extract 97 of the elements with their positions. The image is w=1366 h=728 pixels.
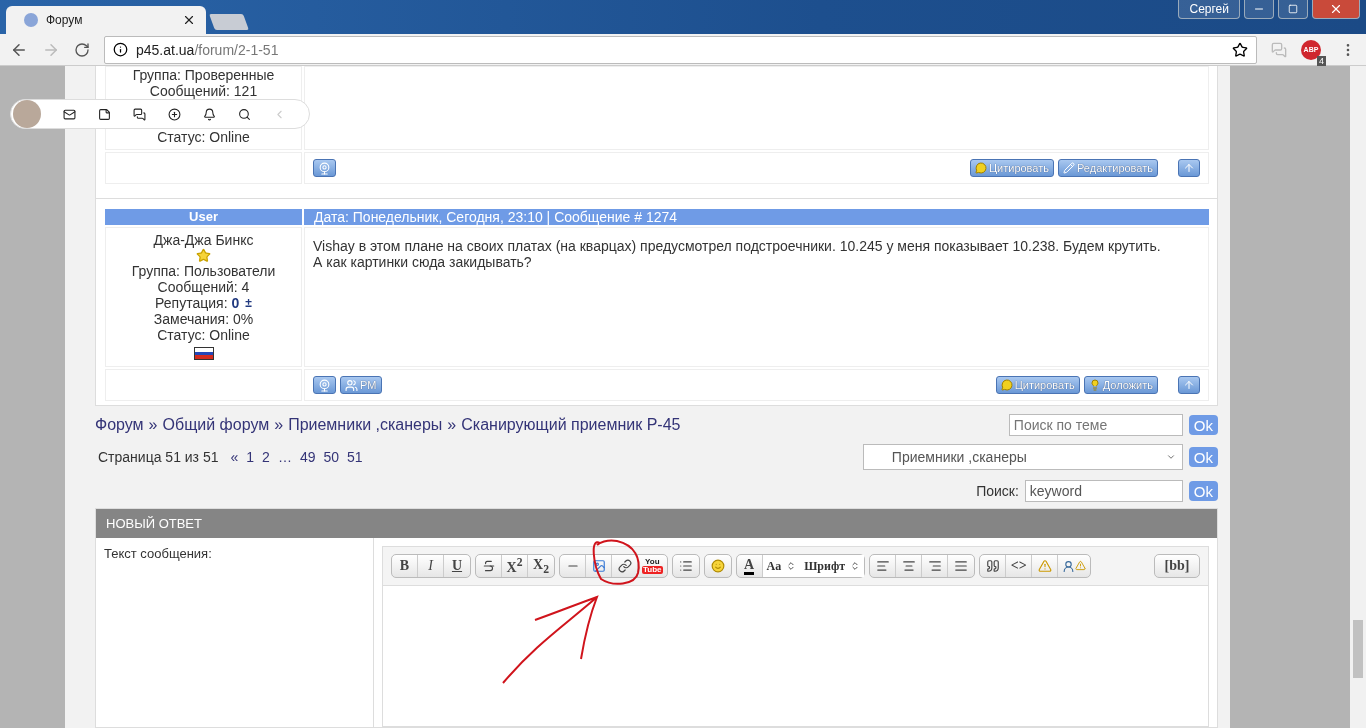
link-icon [617,559,632,573]
smiley-icon [710,559,725,573]
author-name: Джа-Джа Бинкс [153,232,254,248]
rank-star-icon [196,248,211,263]
status-text: Статус: Online [157,129,250,145]
format-button[interactable]: B [392,555,418,577]
breadcrumb-separator: » [148,416,158,434]
list-icon [678,559,693,573]
status-text: Статус: Online [157,327,250,343]
page-link[interactable]: 2 [262,449,270,465]
format-button[interactable]: U [444,555,470,577]
webcam-icon [318,378,331,392]
format-button[interactable]: [bb] [1155,555,1199,577]
webcam-button[interactable] [313,376,336,394]
format-button[interactable]: X$_{2}$ [528,555,554,577]
field-label: Текст сообщения: [96,538,374,727]
breadcrumb-separator: » [274,416,284,434]
breadcrumb-separator: » [447,416,457,434]
author-info-text: Группа: Проверенные [132,67,275,83]
page-link[interactable]: 51 [347,449,363,465]
search-icon[interactable] [238,107,251,121]
close-icon [1329,2,1343,16]
group-text: Группа: Пользователи [131,263,276,279]
updown-icon [786,561,797,571]
bell-icon[interactable] [203,107,216,121]
page-link[interactable]: 50 [323,449,340,465]
new-tab-button[interactable] [209,14,249,30]
speech-bubble-icon [1000,379,1013,391]
text-color-button[interactable]: A [736,555,763,577]
forum-select[interactable]: Приемники ,сканеры [862,444,1183,470]
justify-icon [954,559,969,573]
dropdown-button[interactable]: Шрифт [800,555,865,577]
user-warning-icon [1062,559,1087,573]
page-link[interactable]: « [230,449,239,465]
speech-bubble-icon [974,162,987,174]
search-field[interactable]: keyword [1024,480,1183,502]
browser-tab[interactable]: Форум [6,6,206,34]
extension-badge: 4 [1317,55,1326,66]
chat-icon[interactable] [133,107,146,121]
format-button[interactable]: <> [1006,555,1033,577]
format-button[interactable]: X$^{2}$ [502,555,528,577]
users-icon [345,378,358,392]
breadcrumb-link[interactable]: Общий форум [162,416,270,434]
format-button[interactable]: I [418,555,444,577]
page-count: Страница 51 из 51 [98,449,219,465]
close-icon[interactable] [182,13,196,27]
arrow-up-icon [1183,162,1195,174]
author-info-text: Сообщений: 121 [149,83,258,99]
search-label: Поиск: [976,483,1019,499]
strikethrough-icon [481,559,496,573]
warning-icon [1037,559,1052,573]
column-header: User [105,209,302,225]
page-link[interactable]: 1 [246,449,255,465]
restore-icon [1288,4,1298,14]
minimize-button[interactable] [1244,0,1274,19]
updown-icon [850,561,861,571]
page-link[interactable]: 49 [299,449,316,465]
webcam-button[interactable] [313,159,336,177]
pencil-icon [1063,162,1075,174]
star-icon[interactable] [1232,41,1248,58]
mail-icon[interactable] [63,107,76,121]
maximize-button[interactable] [1278,0,1308,19]
align-center-icon [901,559,916,573]
image-icon [591,559,606,573]
message-text: Vishay в этом плане на своих платах (на кварцах) предусмотрел подстроечники. 10.245 у меня показывает 10.238. Будем крутить. [313,238,1162,254]
post-header: Дата: Понедельник, Сегодня, 23:10 | Сообщение # 1274 [304,209,1209,225]
dropdown-button[interactable]: Aa [762,555,801,577]
reputation-link[interactable]: ± [245,295,252,311]
lightbulb-icon [1088,379,1101,391]
page-link[interactable]: … [277,449,292,465]
note-icon[interactable] [98,107,111,121]
quote-icon [985,559,1000,573]
address-bar[interactable]: p45.at.ua/forum/2-1-51 [104,35,1257,64]
webcam-icon [318,161,331,175]
scroll-top-button[interactable] [1178,159,1200,177]
arrow-up-icon [1183,379,1195,391]
warnings-text: Замечания: 0% [153,311,254,327]
profile-button[interactable]: Сергей [1178,0,1240,19]
favicon-icon [24,13,38,27]
topic-search-field[interactable]: Поиск по теме [1008,414,1183,436]
scroll-top-button[interactable] [1178,376,1200,394]
message-text: А как картинки сюда закидывать? [313,254,533,270]
align-left-icon [875,559,890,573]
messages-count: Сообщений: 4 [157,279,250,295]
url-text: p45.at.ua/forum/2-1-51 [136,41,280,58]
reputation-value: 0 [231,295,240,311]
flag-icon [193,347,214,360]
video-button[interactable]: You Tube [638,555,667,577]
align-right-icon [927,559,942,573]
add-icon[interactable] [168,107,181,121]
reload-icon[interactable] [74,41,90,58]
reply-header: НОВЫЙ ОТВЕТ [96,509,1217,538]
breadcrumb-link[interactable]: Сканирующий приемник Р-45 [461,416,681,434]
info-icon [113,42,128,57]
reputation-label: Репутация: [155,295,228,311]
breadcrumb-link[interactable]: Форум [95,416,144,434]
breadcrumb-link[interactable]: Приемники ,сканеры [288,416,443,434]
